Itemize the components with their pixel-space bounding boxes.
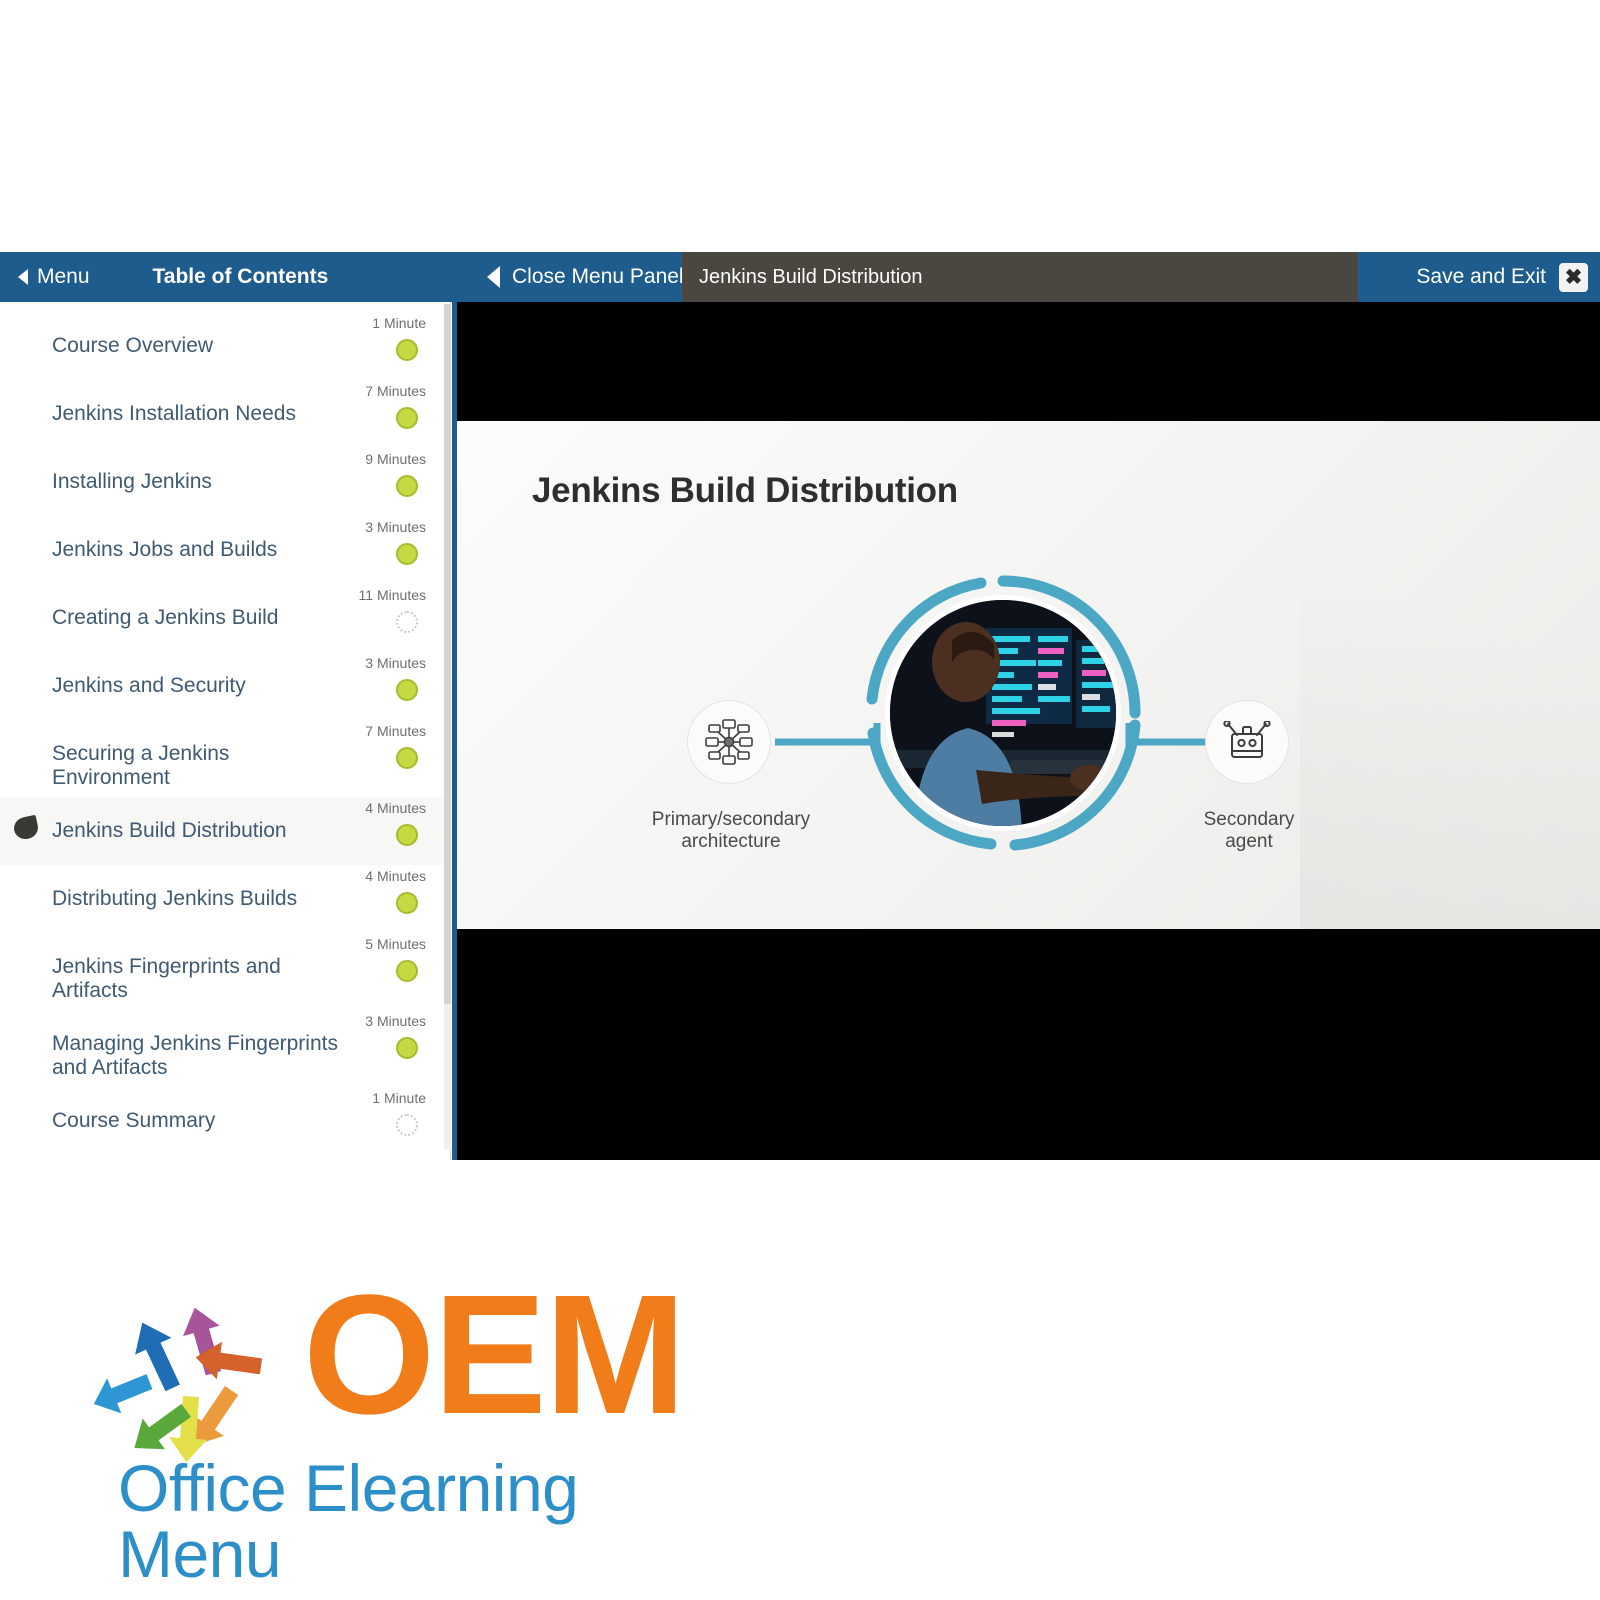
- toc-scrollbar-thumb[interactable]: [444, 304, 451, 1004]
- hero-graphic: [863, 573, 1143, 853]
- triangle-left-icon: [487, 266, 500, 288]
- toc-item[interactable]: Course Overview 1 Minute: [0, 312, 450, 380]
- toc-item[interactable]: Jenkins Build Distribution 4 Minutes: [0, 797, 450, 866]
- toc-item-duration: 9 Minutes: [365, 451, 426, 467]
- status-complete-icon: [396, 824, 418, 847]
- toc-item-title: Course Overview: [52, 334, 214, 357]
- toc-item[interactable]: Jenkins and Security 3 Minutes: [0, 652, 450, 720]
- primary-secondary-node-label: Primary/secondary architecture: [651, 809, 811, 853]
- toc-item-title: Managing Jenkins Fingerprints and Artifa…: [52, 1032, 338, 1079]
- toc-item-duration: 3 Minutes: [365, 655, 426, 671]
- status-incomplete-icon: [396, 611, 418, 633]
- status-complete-icon: [396, 543, 418, 565]
- toc-item-meta: 3 Minutes: [330, 656, 426, 701]
- menu-button[interactable]: Menu: [0, 252, 90, 302]
- status-complete-icon: [396, 407, 418, 429]
- status-complete-icon: [396, 679, 418, 701]
- network-nodes-icon: [705, 719, 753, 765]
- toc-item[interactable]: Installing Jenkins 9 Minutes: [0, 448, 450, 516]
- toc-item-meta: 7 Minutes: [330, 724, 426, 769]
- toc-item[interactable]: Jenkins Installation Needs 7 Minutes: [0, 380, 450, 448]
- status-complete-icon: [396, 747, 418, 769]
- toc-item-meta: 1 Minute: [330, 316, 426, 361]
- oem-logo: OEM Office Elearning Menu: [75, 1260, 735, 1587]
- toc-item-meta: 1 Minute: [330, 1090, 426, 1137]
- close-icon[interactable]: ✖: [1559, 262, 1588, 292]
- save-and-exit-group: Save and Exit ✖: [1416, 252, 1600, 302]
- slide-canvas: Jenkins Build Distribution Primary/secon…: [457, 421, 1600, 929]
- table-of-contents-panel[interactable]: Course Overview 1 Minute Jenkins Installat…: [0, 302, 451, 1160]
- toc-item-duration: 4 Minutes: [365, 868, 426, 885]
- toc-item[interactable]: Creating a Jenkins Build 11 Minutes: [0, 584, 450, 652]
- toc-item[interactable]: Course Summary 1 Minute: [0, 1087, 450, 1155]
- toc-item-meta: 7 Minutes: [330, 384, 426, 429]
- toc-item[interactable]: Jenkins Jobs and Builds 3 Minutes: [0, 516, 450, 584]
- secondary-agent-node-label: Secondary agent: [1203, 809, 1295, 853]
- slide-stage: Jenkins Build Distribution Primary/secon…: [452, 302, 1600, 1160]
- toc-item-title: Jenkins Build Distribution: [52, 819, 287, 843]
- status-complete-icon: [396, 1037, 418, 1060]
- save-and-exit-label[interactable]: Save and Exit: [1416, 265, 1546, 289]
- robot-icon: [1223, 721, 1271, 758]
- toc-item-duration: 1 Minute: [372, 315, 426, 331]
- status-complete-icon: [396, 892, 418, 915]
- status-complete-icon: [396, 960, 418, 983]
- toc-item-title: Distributing Jenkins Builds: [52, 887, 298, 911]
- toc-item-duration: 11 Minutes: [358, 587, 426, 603]
- current-slide-tab-label: Jenkins Build Distribution: [699, 265, 923, 288]
- toc-item-title: Creating a Jenkins Build: [52, 606, 279, 629]
- toc-item-title: Course Summary: [52, 1109, 216, 1133]
- menu-button-label: Menu: [37, 265, 90, 288]
- status-complete-icon: [396, 339, 418, 361]
- toc-item-duration: 4 Minutes: [365, 800, 426, 817]
- toc-item-duration: 7 Minutes: [365, 723, 426, 739]
- toc-item-duration: 7 Minutes: [365, 383, 426, 399]
- close-menu-panel-button[interactable]: Close Menu Panel: [487, 252, 684, 302]
- chevron-left-icon: [18, 269, 28, 285]
- oem-tagline: Office Elearning Menu: [118, 1451, 579, 1591]
- toc-item-duration: 3 Minutes: [365, 519, 426, 535]
- toc-item-meta: 4 Minutes: [330, 800, 426, 847]
- status-incomplete-icon: [396, 1114, 418, 1137]
- toc-item-title: Jenkins Jobs and Builds: [52, 538, 278, 561]
- toc-item-duration: 1 Minute: [372, 1090, 426, 1107]
- status-complete-icon: [396, 475, 418, 497]
- oem-wordmark: OEM: [303, 1260, 686, 1450]
- toc-item-title: Jenkins Installation Needs: [52, 402, 296, 425]
- toc-item-duration: 5 Minutes: [365, 936, 426, 953]
- toc-item-title: Jenkins and Security: [52, 674, 246, 697]
- course-player: Menu Table of Contents Close Menu Panel …: [0, 252, 1600, 1160]
- developer-photo: [885, 595, 1121, 831]
- close-menu-panel-label: Close Menu Panel: [512, 265, 684, 288]
- toc-list: Course Overview 1 Minute Jenkins Installat…: [0, 302, 450, 1155]
- toc-item-meta: 11 Minutes: [330, 588, 426, 633]
- toc-item[interactable]: Jenkins Fingerprints and Artifacts 5 Minu…: [0, 933, 450, 1010]
- toc-item-title: Installing Jenkins: [52, 470, 212, 493]
- primary-secondary-node: [687, 700, 771, 784]
- toc-item-title: Securing a Jenkins Environment: [52, 742, 230, 789]
- screenshot-root: Menu Table of Contents Close Menu Panel …: [0, 0, 1600, 1600]
- toc-item-meta: 9 Minutes: [330, 452, 426, 497]
- toc-item[interactable]: Distributing Jenkins Builds 4 Minutes: [0, 865, 450, 933]
- table-of-contents-title: Table of Contents: [152, 265, 329, 288]
- toc-item-title: Jenkins Fingerprints and Artifacts: [52, 955, 281, 1002]
- toc-item-meta: 5 Minutes: [330, 936, 426, 983]
- current-slide-tab[interactable]: Jenkins Build Distribution: [682, 252, 1358, 302]
- slide-diagram: Primary/secondary architecture Secondary…: [457, 421, 1600, 929]
- toc-item[interactable]: Managing Jenkins Fingerprints and Artifa…: [0, 1010, 450, 1087]
- toc-item-duration: 3 Minutes: [365, 1013, 426, 1030]
- toc-item[interactable]: Securing a Jenkins Environment 7 Minutes: [0, 720, 450, 797]
- toc-item-meta: 3 Minutes: [330, 520, 426, 565]
- toc-item-meta: 4 Minutes: [330, 868, 426, 915]
- toc-item-meta: 3 Minutes: [330, 1013, 426, 1060]
- player-topbar: Menu Table of Contents Close Menu Panel …: [0, 252, 1600, 302]
- secondary-agent-node: [1205, 700, 1289, 784]
